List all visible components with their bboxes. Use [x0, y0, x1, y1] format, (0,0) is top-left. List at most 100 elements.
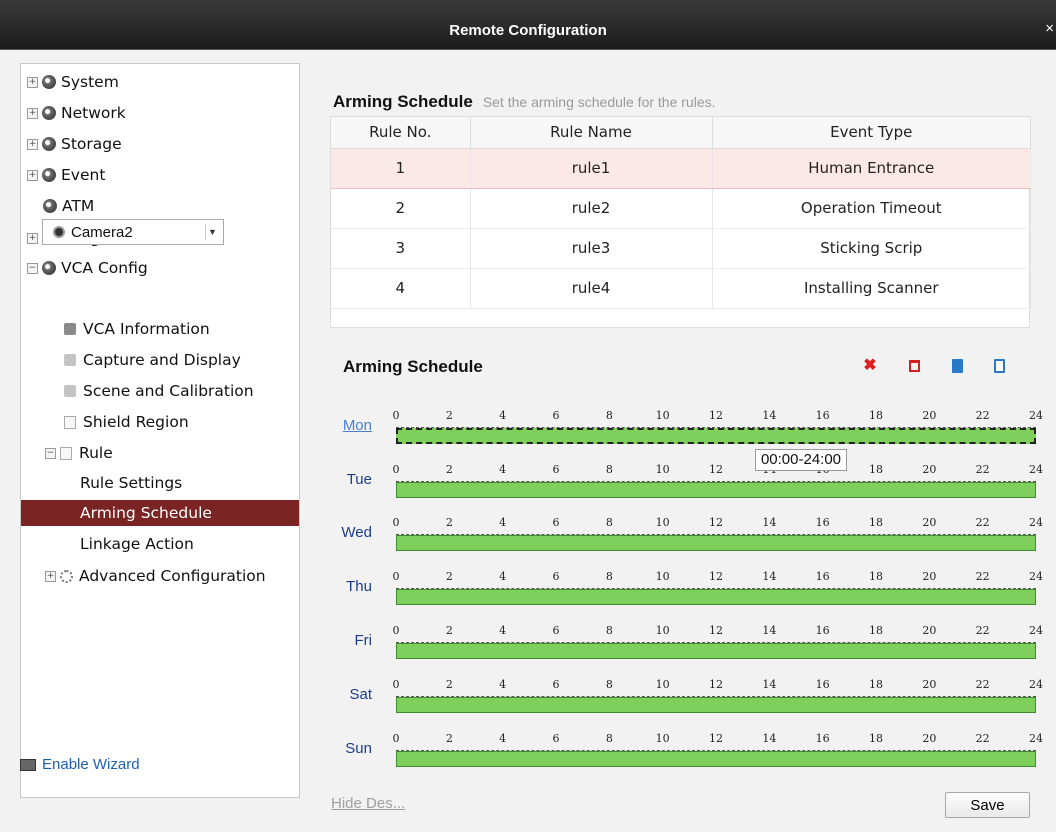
- sidebar-item-linkage-action[interactable]: Linkage Action: [80, 531, 194, 557]
- column-header: Rule Name: [470, 117, 713, 149]
- tick-label: 6: [552, 409, 560, 422]
- day-label: Fri: [354, 632, 373, 649]
- sidebar-item-label: Linkage Action: [80, 535, 194, 553]
- delete-icon[interactable]: ✖: [861, 357, 879, 375]
- gear-globe-icon: [42, 106, 56, 120]
- expand-toggle-icon[interactable]: +: [27, 138, 38, 150]
- expand-toggle-icon[interactable]: +: [27, 76, 38, 88]
- sidebar-item-network[interactable]: + Network: [27, 100, 126, 126]
- table-cell: rule2: [470, 188, 713, 229]
- day-label[interactable]: Mon: [330, 417, 372, 434]
- sidebar-item-vca-config[interactable]: − VCA Config: [27, 255, 148, 281]
- tick-label: 24: [1029, 678, 1043, 691]
- expand-toggle-icon[interactable]: −: [27, 262, 38, 274]
- expand-toggle-icon[interactable]: +: [45, 570, 56, 582]
- schedule-bar[interactable]: [396, 428, 1036, 444]
- tick-label: 12: [709, 624, 723, 637]
- table-cell: 1: [331, 147, 471, 189]
- sidebar-item-arming-schedule[interactable]: Arming Schedule: [21, 500, 299, 526]
- schedule-bar[interactable]: [396, 643, 1036, 659]
- sidebar-item-rule-settings[interactable]: Rule Settings: [80, 470, 182, 496]
- tick-label: 14: [762, 732, 777, 745]
- sidebar-item-label: Shield Region: [83, 413, 189, 431]
- sidebar-item-label: Network: [61, 104, 126, 122]
- sidebar-item-system[interactable]: + System: [27, 69, 119, 95]
- tick-label: 20: [922, 624, 937, 637]
- tick-label: 24: [1029, 732, 1043, 745]
- schedule-bar[interactable]: [396, 697, 1036, 713]
- sidebar-item-label: System: [61, 73, 119, 91]
- expand-toggle-icon[interactable]: +: [27, 232, 38, 244]
- tick-label: 8: [605, 732, 613, 745]
- tick-label: 18: [869, 409, 883, 422]
- time-scale: 024681012141618202224: [393, 463, 1044, 483]
- title-bar: Remote Configuration ×: [0, 0, 1056, 50]
- tick-label: 18: [869, 624, 883, 637]
- tick-label: 8: [605, 570, 613, 583]
- sidebar-item-rule[interactable]: − Rule: [45, 440, 113, 466]
- tick-label: 4: [499, 570, 507, 583]
- schedule-row-mon: Mon 0 2 4 6 8 10 12 14 16 18 20 22 24: [330, 403, 1043, 451]
- tick-label: 6: [552, 516, 560, 529]
- tick-label: 4: [499, 516, 507, 529]
- tick-label: 12: [709, 678, 723, 691]
- tick-label: 18: [869, 732, 883, 745]
- column-header: Event Type: [712, 117, 1031, 149]
- sidebar-item-label: Arming Schedule: [80, 504, 212, 522]
- sidebar-item-label: VCA Config: [61, 259, 148, 277]
- camera-select-value: Camera2: [71, 223, 133, 241]
- schedule-bar[interactable]: [396, 589, 1036, 605]
- sidebar-item-storage[interactable]: + Storage: [27, 131, 122, 157]
- tick-label: 2: [445, 516, 453, 529]
- tick-label: 6: [552, 732, 560, 745]
- expand-toggle-icon[interactable]: +: [27, 107, 38, 119]
- expand-toggle-icon[interactable]: +: [27, 169, 38, 181]
- tick-label: 12: [709, 732, 723, 745]
- sidebar-item-atm[interactable]: ATM: [43, 193, 94, 219]
- tick-label: 10: [655, 732, 670, 745]
- schedule-bar[interactable]: [396, 751, 1036, 767]
- sidebar-item-label: Rule: [79, 444, 113, 462]
- copy-icon[interactable]: [948, 357, 966, 375]
- tick-label: 8: [605, 624, 613, 637]
- tick-label: 18: [869, 570, 883, 583]
- hide-description-link[interactable]: Hide Des...: [331, 795, 405, 812]
- sidebar-item-advanced-configuration[interactable]: + Advanced Configuration: [45, 563, 266, 589]
- tick-label: 20: [922, 570, 937, 583]
- sidebar-item-vca-information[interactable]: VCA Information: [64, 316, 210, 342]
- rule-icon: [60, 446, 72, 460]
- table-row[interactable]: 4 rule4 Installing Scanner: [331, 268, 1031, 309]
- table-row[interactable]: 3 rule3 Sticking Scrip: [331, 228, 1031, 269]
- day-label: Tue: [346, 471, 372, 488]
- tick-label: 4: [499, 732, 507, 745]
- tick-label: 4: [499, 463, 507, 476]
- schedule-bar[interactable]: [396, 482, 1036, 498]
- table-row[interactable]: 2 rule2 Operation Timeout: [331, 188, 1031, 229]
- sidebar-item-label: Rule Settings: [80, 474, 183, 492]
- paste-icon[interactable]: [990, 357, 1008, 375]
- page-subtitle: Set the arming schedule for the rules.: [482, 94, 716, 110]
- close-icon[interactable]: ×: [1045, 20, 1054, 37]
- sidebar-item-event[interactable]: + Event: [27, 162, 105, 188]
- delete-all-icon[interactable]: [905, 357, 923, 375]
- day-label: Sat: [349, 686, 372, 703]
- tick-label: 12: [709, 570, 723, 583]
- table-row[interactable]: 1 rule1 Human Entrance: [331, 147, 1031, 189]
- sidebar-item-shield-region[interactable]: Shield Region: [64, 409, 189, 435]
- schedule-bar[interactable]: [396, 535, 1036, 551]
- schedule-row-fri: Fri 0 2 4 6 8 10 12 14 16 18 20 22 24: [330, 618, 1043, 666]
- table-cell: Human Entrance: [712, 147, 1031, 189]
- table-cell: Operation Timeout: [712, 188, 1031, 229]
- camera-icon: [64, 354, 76, 366]
- chevron-down-icon[interactable]: ▼: [205, 224, 219, 240]
- save-button[interactable]: Save: [945, 792, 1030, 818]
- page-title: Arming Schedule: [333, 92, 473, 111]
- sidebar-item-scene-and-calibration[interactable]: Scene and Calibration: [64, 378, 254, 404]
- camera-select[interactable]: Camera2 ▼: [42, 219, 224, 245]
- gear-globe-icon: [42, 261, 56, 275]
- enable-wizard-link[interactable]: Enable Wizard: [20, 756, 140, 773]
- collapse-toggle-icon[interactable]: −: [45, 447, 56, 459]
- sidebar-item-capture-and-display[interactable]: Capture and Display: [64, 347, 241, 373]
- tick-label: 12: [709, 409, 723, 422]
- tick-label: 8: [605, 678, 613, 691]
